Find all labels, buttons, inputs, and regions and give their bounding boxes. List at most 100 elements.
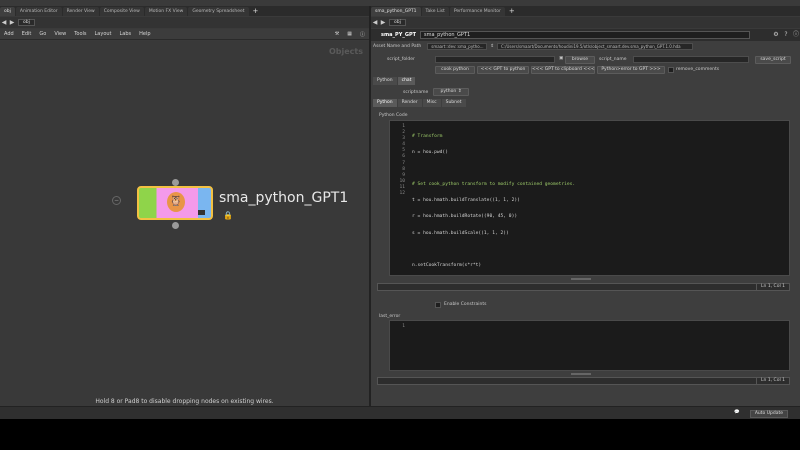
menu-tools[interactable]: Tools	[70, 31, 90, 37]
enable-constraints-checkbox[interactable]	[435, 302, 441, 308]
tab-animation-editor[interactable]: Animation Editor	[15, 7, 62, 16]
code-cursor-position: Ln 1, Col 1	[756, 284, 789, 290]
code-scrollbar[interactable]	[571, 278, 591, 280]
last-error-editor[interactable]: 1	[389, 320, 790, 371]
code-line: # Transform	[412, 134, 443, 139]
python-code-editor[interactable]: 1 2 3 4 5 6 7 8 9 10 11 12 # Transform n…	[389, 120, 790, 276]
script-folder-field[interactable]	[435, 56, 555, 63]
tab-composite-view[interactable]: Composite View	[99, 7, 144, 16]
chevron-down-icon[interactable]: ⇕	[490, 44, 494, 49]
notification-icon[interactable]: 💬	[734, 410, 740, 415]
menu-layout[interactable]: Layout	[91, 31, 116, 37]
left-pane-tabs: obj Animation Editor Render View Composi…	[0, 6, 369, 16]
cook-python-button[interactable]: cook python	[435, 66, 475, 74]
gpt-to-python-button[interactable]: <<< GPT to python	[477, 66, 529, 74]
node-name-label: sma_python_GPT1	[219, 190, 349, 206]
tab-obj[interactable]: obj	[0, 7, 15, 16]
menu-add[interactable]: Add	[0, 31, 18, 37]
tools-icon[interactable]: ⚒	[331, 31, 343, 37]
folder-icon[interactable]: ▣	[559, 56, 563, 61]
network-editor[interactable]: Objects − 🦉 sma_python_GPT1 🔒 Hold 8 or …	[0, 41, 369, 419]
folder-tabs-top: Python chat	[373, 77, 416, 85]
tab-misc[interactable]: Misc	[422, 99, 441, 107]
menu-edit[interactable]: Edit	[18, 31, 36, 37]
back-arrow-icon[interactable]: ◀	[0, 19, 8, 27]
menu-go[interactable]: Go	[35, 31, 50, 37]
error-scrollbar[interactable]	[571, 373, 591, 375]
help-icon[interactable]: ?	[782, 31, 790, 39]
houdini-window: obj Animation Editor Render View Composi…	[0, 0, 800, 419]
auto-update-button[interactable]: Auto Update	[749, 410, 788, 418]
network-node[interactable]: 🦉	[137, 186, 213, 220]
python-error-to-gpt-button[interactable]: Python>error to GPT >>>	[597, 66, 665, 74]
line-number-gutter: 1	[402, 324, 405, 329]
bottom-status-bar: 💬 Auto Update	[0, 406, 800, 419]
tab-motion-fx-view[interactable]: Motion FX View	[144, 7, 188, 16]
error-status-bar: Ln 1, Col 1	[377, 377, 790, 385]
gpt-to-clipboard-button[interactable]: <<< GPT to clipboard <<<	[531, 66, 595, 74]
bottom-blank-area	[0, 419, 800, 450]
bypass-toggle-icon[interactable]: −	[112, 196, 121, 205]
parameter-pane: sma_PY_GPT sma_python_GPT1 ⚙ ? ⓘ Asset N…	[371, 29, 800, 406]
output-connector[interactable]	[172, 222, 179, 229]
tab-render-view[interactable]: Render View	[62, 7, 99, 16]
right-pane-tabs: sma_python_GPT1 Take List Performance Mo…	[371, 6, 800, 16]
browse-button[interactable]: browse	[565, 56, 595, 64]
save-script-button[interactable]: save_script	[755, 56, 791, 64]
tab-render[interactable]: Render	[397, 99, 422, 107]
info-icon[interactable]: ⓘ	[792, 31, 800, 39]
back-arrow-icon[interactable]: ◀	[371, 19, 379, 27]
left-path-bar: ◀ ▶ obj	[0, 17, 369, 28]
tab-subnet[interactable]: Subnet	[441, 99, 466, 107]
code-line: # Set cook_python transform to modify co…	[412, 182, 576, 188]
info-icon[interactable]: ⓘ	[356, 31, 369, 38]
scriptname-label: scriptname	[403, 90, 429, 95]
input-connector[interactable]	[172, 179, 179, 186]
tab-python[interactable]: Python	[373, 77, 397, 85]
grid-icon[interactable]: ▦	[343, 31, 356, 37]
asset-path-field[interactable]: C:/Users/smaart/Documents/houdini19.5/ot…	[497, 43, 694, 50]
menu-labs[interactable]: Labs	[116, 31, 136, 37]
last-error-label: last_error	[379, 314, 401, 319]
script-name-field[interactable]	[633, 56, 749, 63]
tab-performance-monitor[interactable]: Performance Monitor	[449, 7, 505, 16]
code-status-bar: Ln 1, Col 1	[377, 283, 790, 291]
tab-geometry-spreadsheet[interactable]: Geometry Spreadsheet	[188, 7, 249, 16]
python-code-label: Python Code	[379, 113, 408, 118]
drop-hint: Hold 8 or Pad8 to disable dropping nodes…	[95, 398, 274, 405]
remove-comments-checkbox[interactable]	[668, 67, 674, 73]
asset-label: Asset Name and Path	[373, 44, 422, 49]
tab-parameters[interactable]: sma_python_GPT1	[371, 7, 421, 16]
node-name-field[interactable]: sma_python_GPT1	[420, 31, 751, 39]
code-line: s = hou.hmath.buildScale((1, 1, 2))	[412, 230, 509, 236]
add-tab-icon[interactable]: +	[506, 7, 518, 16]
path-chip-obj[interactable]: obj	[389, 19, 406, 26]
lock-icon[interactable]: 🔒	[223, 211, 233, 220]
display-flag-icon[interactable]	[198, 210, 205, 215]
code-line: r = hou.hmath.buildRotate((90, 45, 0))	[412, 214, 518, 220]
tab-python-sub[interactable]: Python	[373, 99, 397, 107]
menu-view[interactable]: View	[50, 31, 70, 37]
node-type-label: sma_PY_GPT	[381, 32, 417, 38]
scriptname-menu[interactable]: python ⇕	[433, 88, 469, 96]
code-lines: # Transform n = hou.pwd() # Set cook_pyt…	[412, 121, 575, 327]
network-menu-bar: Add Edit Go View Tools Layout Labs Help …	[0, 29, 369, 40]
forward-arrow-icon[interactable]: ▶	[8, 19, 16, 27]
script-name-label: script_name	[599, 57, 627, 62]
error-cursor-position: Ln 1, Col 1	[756, 378, 789, 384]
gear-icon[interactable]: ⚙	[772, 31, 780, 39]
tab-chat[interactable]: chat	[397, 77, 416, 85]
tab-take-list[interactable]: Take List	[421, 7, 449, 16]
forward-arrow-icon[interactable]: ▶	[379, 19, 387, 27]
menu-help[interactable]: Help	[135, 31, 154, 37]
code-line: t = hou.hmath.buildTranslate((1, 1, 2))	[412, 198, 520, 204]
path-chip-obj[interactable]: obj	[18, 19, 35, 26]
add-tab-icon[interactable]: +	[250, 7, 262, 16]
code-line: n = hou.pwd()	[412, 150, 448, 156]
script-folder-label: script_folder	[387, 57, 415, 62]
asset-name-field[interactable]: smaart::dev::sma_pytho...	[427, 43, 488, 50]
owl-icon: 🦉	[167, 192, 185, 212]
